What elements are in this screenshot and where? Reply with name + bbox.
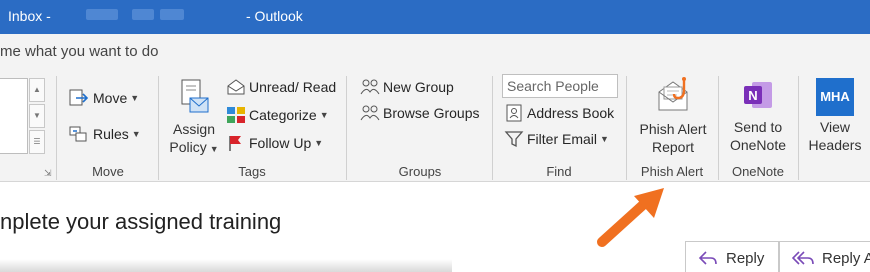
quick-steps-scroll[interactable]: ▲ ▼ ☰ xyxy=(29,78,45,154)
assign-policy-icon xyxy=(181,79,209,113)
filter-email-label: Filter Email xyxy=(527,131,598,147)
unread-read-label: Unread/ Read xyxy=(249,79,337,95)
follow-up-label: Follow Up xyxy=(249,135,312,151)
onenote-icon: N xyxy=(744,82,772,108)
send-to-onenote-button[interactable]: N Send to OneNote xyxy=(722,78,794,154)
dialog-launcher-icon[interactable]: ⇲ xyxy=(44,168,52,179)
rules-button[interactable]: Rules ▼ xyxy=(68,124,141,144)
scroll-up-icon[interactable]: ▲ xyxy=(29,78,45,102)
group-separator xyxy=(626,76,627,180)
categorize-label: Categorize xyxy=(249,107,317,123)
reply-all-button[interactable]: Reply Al xyxy=(779,241,870,272)
group-separator xyxy=(798,76,799,180)
browse-groups-label: Browse Groups xyxy=(383,105,480,121)
chevron-down-icon: ▼ xyxy=(130,93,140,103)
search-people-input[interactable]: Search People xyxy=(502,74,618,98)
group-separator xyxy=(158,76,159,180)
ribbon: ▲ ▼ ☰ ⇲ Move ▼ Rules ▼ Move Assign Policy ▼ xyxy=(0,70,870,182)
browse-groups-button[interactable]: Browse Groups xyxy=(360,104,479,122)
tell-me-input[interactable]: me what you want to do xyxy=(0,43,158,60)
reading-pane: nplete your assigned training Reply Repl… xyxy=(0,183,870,272)
message-header-divider xyxy=(0,259,452,272)
onenote-label-1: Send to xyxy=(733,119,783,135)
group-label-tags: Tags xyxy=(238,164,266,179)
move-label: Move xyxy=(93,90,128,106)
browse-groups-icon xyxy=(360,105,380,121)
group-separator xyxy=(346,76,347,180)
move-button[interactable]: Move ▼ xyxy=(68,88,139,108)
filter-icon xyxy=(504,131,524,148)
group-people-icon xyxy=(360,79,380,95)
reply-all-label: Reply Al xyxy=(822,249,870,267)
view-headers-label-2: Headers xyxy=(808,137,862,153)
unread-read-button[interactable]: Unread/ Read xyxy=(226,78,336,96)
phish-alert-label-2: Report xyxy=(651,139,695,155)
reply-button[interactable]: Reply xyxy=(685,241,779,272)
flag-icon xyxy=(229,136,241,151)
group-separator xyxy=(56,76,57,180)
chevron-down-icon: ▼ xyxy=(314,138,324,148)
move-icon xyxy=(69,89,89,106)
redacted-text xyxy=(160,9,184,20)
group-label-phish-alert: Phish Alert xyxy=(640,164,704,179)
address-book-button[interactable]: Address Book xyxy=(504,104,614,122)
chevron-down-icon: ▼ xyxy=(600,134,609,144)
assign-policy-label-1: Assign xyxy=(172,121,216,137)
reply-label: Reply xyxy=(726,249,765,267)
filter-email-button[interactable]: Filter Email ▼ xyxy=(504,130,609,148)
address-book-label: Address Book xyxy=(527,105,615,121)
group-label-groups: Groups xyxy=(398,164,442,179)
assign-policy-button[interactable]: Assign Policy ▼ xyxy=(166,78,222,158)
group-separator xyxy=(492,76,493,180)
follow-up-button[interactable]: Follow Up ▼ xyxy=(226,134,323,152)
title-bar: Inbox - - Outlook xyxy=(0,0,870,34)
redacted-text xyxy=(86,9,118,20)
window-title-inbox: Inbox - xyxy=(8,8,51,24)
view-headers-label-1: View xyxy=(819,119,851,135)
scroll-down-icon[interactable]: ▼ xyxy=(29,104,45,128)
group-label-onenote: OneNote xyxy=(731,164,785,179)
envelope-open-icon xyxy=(227,79,245,95)
annotation-arrow-icon xyxy=(597,188,664,247)
chevron-down-icon: ▼ xyxy=(319,110,329,120)
chevron-down-icon: ▼ xyxy=(131,129,141,139)
quick-steps-gallery[interactable] xyxy=(0,78,28,154)
group-label-find: Find xyxy=(546,164,572,179)
reply-icon xyxy=(698,251,717,265)
chevron-down-icon: ▼ xyxy=(209,144,219,154)
phish-alert-icon xyxy=(658,77,688,111)
onenote-label-2: OneNote xyxy=(729,137,787,153)
mha-icon: MHA xyxy=(816,78,854,116)
message-subject: nplete your assigned training xyxy=(0,209,282,234)
rules-label: Rules xyxy=(93,126,129,142)
svg-text:N: N xyxy=(748,88,757,103)
tell-me-bar[interactable]: me what you want to do xyxy=(0,34,870,70)
rules-icon xyxy=(69,126,87,142)
group-separator xyxy=(718,76,719,180)
group-label-move: Move xyxy=(92,164,124,179)
window-title-app: - Outlook xyxy=(246,8,303,24)
assign-policy-label-2: Policy xyxy=(169,139,207,155)
categorize-icon xyxy=(227,107,245,123)
view-headers-button[interactable]: MHA View Headers xyxy=(804,78,866,154)
expand-gallery-icon[interactable]: ☰ xyxy=(29,130,45,154)
redacted-text xyxy=(132,9,154,20)
new-group-button[interactable]: New Group xyxy=(360,78,454,96)
address-book-icon xyxy=(506,104,522,122)
phish-alert-label-1: Phish Alert xyxy=(639,121,707,137)
phish-alert-report-button[interactable]: Phish Alert Report xyxy=(634,76,712,156)
new-group-label: New Group xyxy=(383,79,454,95)
reply-all-icon xyxy=(792,251,814,265)
categorize-button[interactable]: Categorize ▼ xyxy=(226,106,329,124)
